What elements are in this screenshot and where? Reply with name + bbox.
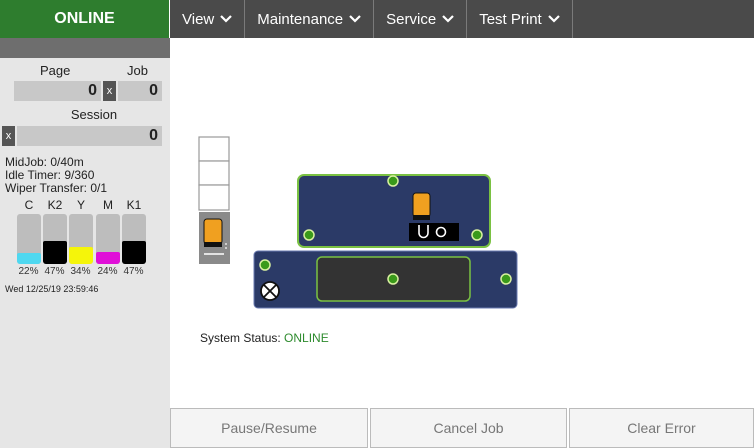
ink-percent-c: 22% xyxy=(18,266,39,277)
capping-station xyxy=(409,223,459,241)
page-label: Page xyxy=(40,63,71,78)
error-x-icon xyxy=(260,281,280,301)
chevron-down-icon xyxy=(442,15,454,23)
indicator-light xyxy=(500,273,512,285)
page-job-counter: 0 x 0 xyxy=(14,81,162,101)
menu-service[interactable]: Service xyxy=(374,0,468,38)
menu-view-label: View xyxy=(182,10,215,28)
ink-label-y: Y xyxy=(76,198,85,212)
system-status: System Status: ONLINE xyxy=(200,331,329,345)
cartridge-slots xyxy=(198,136,230,264)
ink-tube-y xyxy=(69,214,93,264)
reset-session-button[interactable]: x xyxy=(2,126,15,146)
ink-tube-c xyxy=(17,214,41,264)
menu-view[interactable]: View xyxy=(170,0,246,38)
sidebar: Page Job 0 x 0 Session x 0 MidJob: 0/40m… xyxy=(0,38,170,448)
timestamp: Wed 12/25/19 23:59:46 xyxy=(5,284,99,294)
chevron-down-icon xyxy=(547,15,560,23)
chevron-down-icon xyxy=(349,15,361,23)
print-carriage xyxy=(297,174,491,248)
session-count: 0 xyxy=(17,126,162,146)
printer-diagram xyxy=(198,136,518,309)
job-label: Job xyxy=(127,63,148,78)
chevron-down-icon xyxy=(220,15,233,23)
system-status-value: ONLINE xyxy=(284,331,329,345)
ink-fill-k1 xyxy=(122,240,146,264)
main-area: System Status: ONLINE xyxy=(170,38,754,408)
job-count: 0 xyxy=(118,81,162,101)
ink-levels xyxy=(0,214,170,264)
cartridge-slot[interactable] xyxy=(198,160,230,186)
indicator-light xyxy=(303,229,315,241)
ink-tube-k1 xyxy=(122,214,146,264)
cartridge-icon xyxy=(203,218,223,245)
menu-bar: View Maintenance Service Test Print xyxy=(170,0,754,38)
pause-resume-button[interactable]: Pause/Resume xyxy=(170,408,368,448)
ink-label-k1: K1 xyxy=(126,198,142,212)
ink-fill-c xyxy=(17,253,41,264)
cancel-job-button[interactable]: Cancel Job xyxy=(370,408,567,448)
wiper-transfer-text: Wiper Transfer: 0/1 xyxy=(5,181,108,195)
maintenance-info: MidJob: 0/40m Idle Timer: 9/360 Wiper Tr… xyxy=(0,156,170,195)
ink-tube-m xyxy=(96,214,120,264)
indicator-light xyxy=(387,175,399,187)
ink-fill-y xyxy=(69,247,93,264)
sidebar-header xyxy=(0,38,170,58)
page-count: 0 xyxy=(14,81,101,101)
ink-percentages: 22% 47% 34% 24% 47% xyxy=(0,266,170,280)
system-status-label: System Status: xyxy=(200,331,281,345)
ink-percent-k1: 47% xyxy=(123,266,144,277)
menu-maintenance[interactable]: Maintenance xyxy=(245,0,375,38)
session-label: Session xyxy=(70,107,118,122)
menu-test-print-label: Test Print xyxy=(479,10,542,28)
ink-labels: C K2 Y M K1 xyxy=(0,198,170,214)
ink-percent-k2: 47% xyxy=(44,266,65,277)
ink-fill-m xyxy=(96,252,120,264)
ink-label-c: C xyxy=(24,198,34,212)
reset-page-button[interactable]: x xyxy=(103,81,116,101)
clear-error-button[interactable]: Clear Error xyxy=(569,408,754,448)
indicator-light xyxy=(259,259,271,271)
cartridge-icon xyxy=(412,192,431,218)
counter-labels: Page Job xyxy=(0,58,170,78)
cartridge-slot[interactable] xyxy=(198,184,230,211)
ink-tube-k2 xyxy=(43,214,67,264)
online-status-tab: ONLINE xyxy=(0,0,170,38)
indicator-light xyxy=(471,229,483,241)
platen xyxy=(253,250,518,309)
indicator-light xyxy=(387,273,399,285)
menu-service-label: Service xyxy=(386,10,437,28)
ink-percent-m: 24% xyxy=(97,266,118,277)
session-counter: x 0 xyxy=(2,126,162,146)
ink-fill-k2 xyxy=(43,240,67,264)
cartridge-slot[interactable] xyxy=(198,136,230,162)
menu-test-print[interactable]: Test Print xyxy=(467,0,573,38)
ink-label-k2: K2 xyxy=(47,198,63,212)
menu-maintenance-label: Maintenance xyxy=(257,10,344,28)
ink-label-m: M xyxy=(103,198,113,212)
ink-percent-y: 34% xyxy=(70,266,91,277)
